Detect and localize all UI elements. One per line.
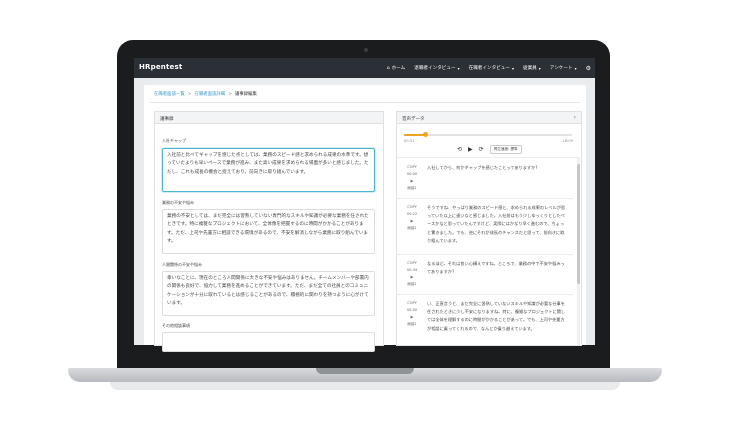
relationship-textarea[interactable]: 幸いなことに、現在のところ人間関係に大きな不安や悩みはありません。チームメンバー… (162, 271, 375, 316)
transcript-text: い、正直言うと、まだ完全に習熟していないスキルや知識が必要な仕事を任されたときに… (427, 301, 566, 331)
nav-employee-interview[interactable]: 在職者インタビュー ▾ (468, 65, 514, 72)
transcript-meta: COPY 00:50 ▶ 面接1 (405, 300, 419, 328)
transcript-item: COPY 00:34 ▶ 面接1 なるほど。それは良い心構えですね。ところで、業… (397, 254, 573, 295)
speaker-label: 面接1 (407, 186, 417, 190)
timestamp-link[interactable]: 00:22 ▶ (405, 211, 419, 225)
nav-label: 在職者インタビュー (468, 66, 510, 71)
remaining-time: -18:09 (561, 139, 573, 143)
minutes-panel: 議事録 入社ギャップ 入社前と比べてギャップを感じた点としては、業務のスピード感… (154, 111, 384, 352)
forward-icon[interactable]: ⟳ (479, 146, 484, 153)
audio-seek-handle[interactable] (423, 132, 429, 137)
gap-textarea[interactable]: 入社前と比べてギャップを感じた点としては、業務のスピード感と求められる成果の水準… (162, 148, 375, 192)
nav-home[interactable]: ⌂ ホーム (386, 65, 406, 72)
nav-home-label: ホーム (391, 66, 406, 71)
play-icon[interactable]: ▶ (468, 146, 473, 153)
transcript-item: COPY 00:50 ▶ 面接1 い、正直言うと、まだ完全に習熟していないスキル… (397, 294, 573, 345)
nav-menu: ⌂ ホーム 退職者インタビュー ▾ 在職者インタビュー ▾ 従業員 ▾ アンケー… (387, 58, 591, 78)
copy-button[interactable]: COPY (405, 164, 419, 171)
section-label: その他相談事項 (162, 323, 190, 328)
work-concern-textarea[interactable]: 業務の不安としては、まだ完全には習熟していない専門的なスキルや知識が必要な業務を… (162, 209, 375, 254)
laptop-shadow (110, 382, 620, 390)
scrollbar-thumb[interactable] (577, 164, 580, 284)
nav-employees[interactable]: 従業員 ▾ (522, 65, 541, 72)
nav-label: 退職者インタビュー (414, 66, 456, 71)
divider (150, 102, 580, 103)
chevron-down-icon: ▾ (457, 65, 460, 71)
copy-button[interactable]: COPY (405, 204, 419, 211)
timestamp-link[interactable]: 00:00 ▶ (405, 171, 419, 185)
breadcrumb-sep: > (228, 92, 232, 97)
copy-button[interactable]: COPY (405, 300, 419, 307)
speaker-label: 面接1 (407, 282, 417, 286)
home-icon: ⌂ (386, 65, 390, 71)
transcript-item: COPY 00:00 ▶ 面接1 入社してから、何かギャップを感じたことってあり… (397, 158, 573, 199)
transcript-text: なるほど。それは良い心構えですね。ところで、業務の中で不安や悩みってありますか? (427, 261, 565, 275)
speaker-label: 面接1 (407, 322, 417, 326)
navbar: HRpentest ⌂ ホーム 退職者インタビュー ▾ 在職者インタビュー ▾ … (134, 58, 595, 78)
transcript-text: 入社してから、何かギャップを感じたことってありますか? (427, 165, 538, 170)
chevron-right-icon[interactable]: › (574, 114, 576, 121)
nav-label: アンケート (549, 66, 573, 71)
breadcrumb-link-detail[interactable]: 在職者面談詳細 (194, 92, 225, 97)
current-time: 00:31 (404, 139, 415, 143)
nav-survey[interactable]: アンケート ▾ (549, 65, 577, 72)
audio-panel: 音声データ › 00:31 -18:09 ⟲ ▶ ⟳ 再生速度: 標準 COPY… (396, 111, 582, 346)
audio-panel-header: 音声データ › (397, 112, 581, 124)
rewind-icon[interactable]: ⟲ (457, 146, 462, 153)
copy-button[interactable]: COPY (405, 260, 419, 267)
chevron-down-icon: ▾ (511, 65, 514, 71)
scrollbar[interactable] (577, 158, 580, 345)
other-textarea[interactable] (162, 332, 375, 352)
section-label: 人間関係の不安や悩み (162, 262, 202, 267)
breadcrumb-current: 議事録編集 (234, 92, 257, 97)
breadcrumb-sep: > (187, 92, 192, 97)
nav-label: 従業員 (522, 66, 537, 71)
breadcrumb: 在職者面談一覧 > 在職者面談詳細 > 議事録編集 (154, 91, 257, 97)
chevron-down-icon: ▾ (574, 65, 577, 71)
laptop-notch (316, 368, 414, 374)
nav-retiree-interview[interactable]: 退職者インタビュー ▾ (414, 65, 460, 72)
audio-seek-bar[interactable] (404, 132, 572, 137)
transcript-meta: COPY 00:22 ▶ 面接1 (405, 204, 419, 232)
speed-select[interactable]: 再生速度: 標準 (489, 145, 522, 154)
panel-title: 音声データ (402, 117, 425, 122)
breadcrumb-link-list[interactable]: 在職者面談一覧 (154, 92, 185, 97)
section-label: 入社ギャップ (162, 138, 186, 143)
transcript-item: COPY 00:22 ▶ 面接1 そうですね、やっぱり業務のスピード感と、求めら… (397, 198, 573, 255)
section-label: 業務の不安や悩み (162, 200, 194, 205)
brand-logo[interactable]: HRpentest (139, 63, 182, 71)
timestamp-link[interactable]: 00:34 ▶ (405, 267, 419, 281)
transcript-meta: COPY 00:00 ▶ 面接1 (405, 164, 419, 192)
gear-icon[interactable]: ⚙ (586, 65, 591, 72)
panel-title: 議事録 (155, 112, 383, 124)
transcript-meta: COPY 00:34 ▶ 面接1 (405, 260, 419, 288)
audio-controls: ⟲ ▶ ⟳ 再生速度: 標準 (457, 145, 522, 154)
webcam (364, 48, 368, 52)
transcript-text: そうですね、やっぱり業務のスピード感と、求められる成果のレベルが思っていた以上に… (427, 205, 566, 243)
chevron-down-icon: ▾ (538, 65, 541, 71)
speaker-label: 面接1 (407, 226, 417, 230)
timestamp-link[interactable]: 00:50 ▶ (405, 307, 419, 321)
